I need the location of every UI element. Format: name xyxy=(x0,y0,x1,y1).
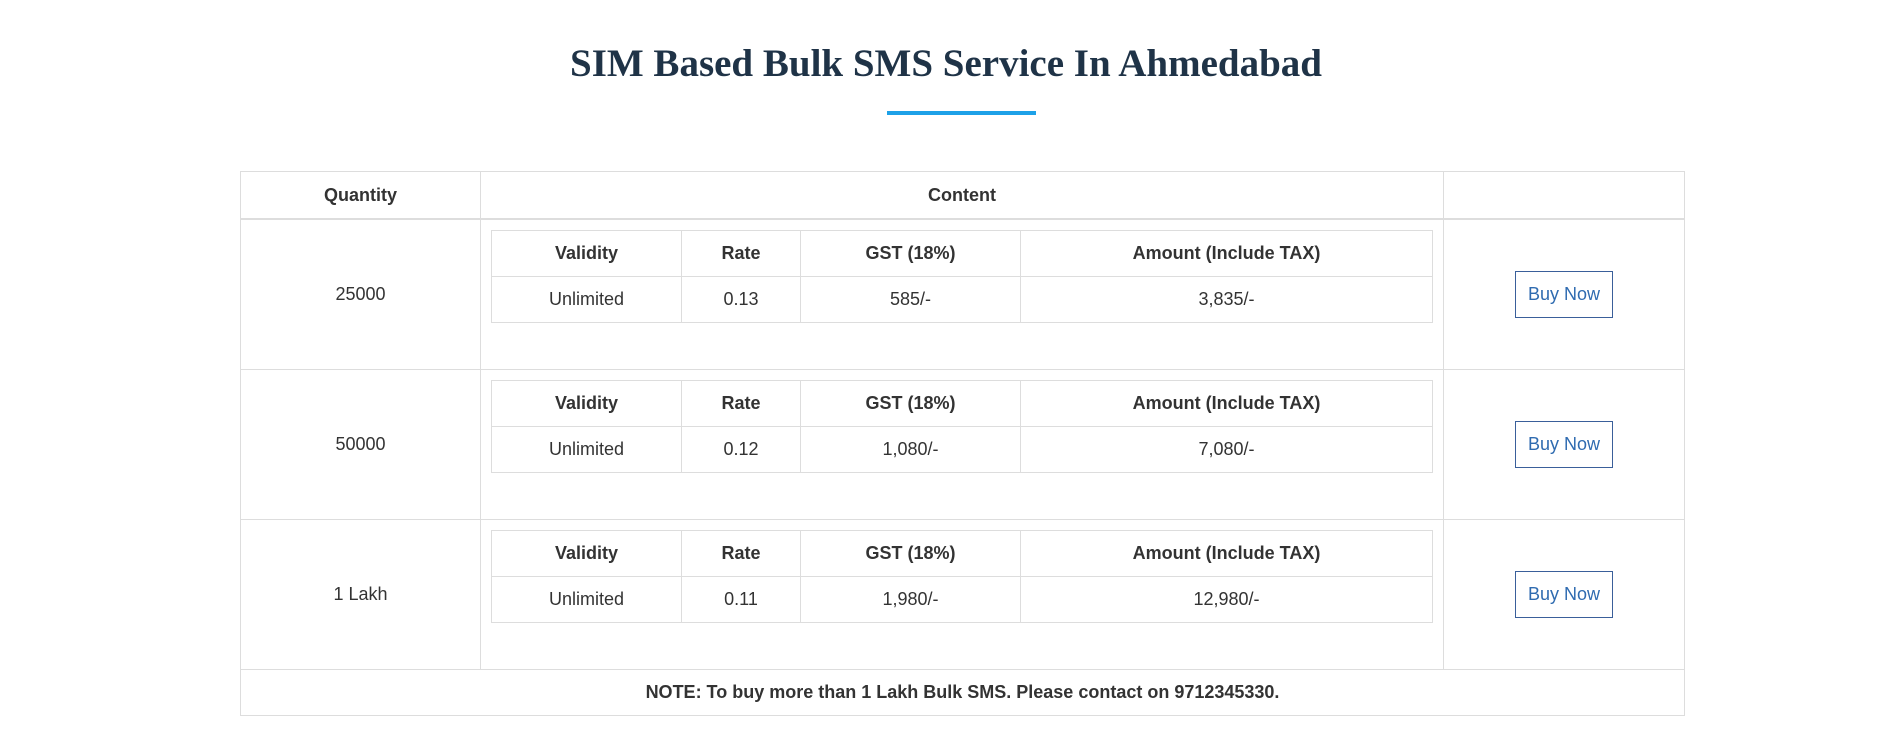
validity-header: Validity xyxy=(491,530,682,577)
gst-header: GST (18%) xyxy=(800,380,1021,427)
plan-details-table: Validity Rate GST (18%) Amount (Include … xyxy=(491,230,1433,323)
buy-now-button[interactable]: Buy Now xyxy=(1515,271,1613,318)
rate-value: 0.12 xyxy=(681,426,801,473)
amount-value: 7,080/- xyxy=(1020,426,1433,473)
page-title: SIM Based Bulk SMS Service In Ahmedabad xyxy=(570,42,1322,85)
action-header xyxy=(1443,171,1685,220)
plan-details-table: Validity Rate GST (18%) Amount (Include … xyxy=(491,380,1433,473)
gst-value: 585/- xyxy=(800,276,1021,323)
action-cell: Buy Now xyxy=(1443,218,1685,370)
validity-value: Unlimited xyxy=(491,426,682,473)
table-row: 1 Lakh Validity Rate GST (18%) Amount (I… xyxy=(240,519,1685,670)
pricing-header-row: Quantity Content xyxy=(240,171,1685,220)
pricing-table: Quantity Content 25000 Validity Rate GST… xyxy=(240,171,1685,716)
quantity-cell: 1 Lakh xyxy=(240,519,481,670)
gst-header: GST (18%) xyxy=(800,230,1021,277)
rate-header: Rate xyxy=(681,230,801,277)
content-cell: Validity Rate GST (18%) Amount (Include … xyxy=(480,519,1444,670)
action-cell: Buy Now xyxy=(1443,369,1685,520)
gst-value: 1,080/- xyxy=(800,426,1021,473)
contact-note: NOTE: To buy more than 1 Lakh Bulk SMS. … xyxy=(240,669,1685,716)
gst-header: GST (18%) xyxy=(800,530,1021,577)
validity-header: Validity xyxy=(491,230,682,277)
gst-value: 1,980/- xyxy=(800,576,1021,623)
validity-header: Validity xyxy=(491,380,682,427)
rate-header: Rate xyxy=(681,530,801,577)
title-underline xyxy=(887,111,1036,115)
rate-value: 0.11 xyxy=(681,576,801,623)
content-cell: Validity Rate GST (18%) Amount (Include … xyxy=(480,218,1444,370)
rate-value: 0.13 xyxy=(681,276,801,323)
content-cell: Validity Rate GST (18%) Amount (Include … xyxy=(480,369,1444,520)
buy-now-button[interactable]: Buy Now xyxy=(1515,421,1613,468)
action-cell: Buy Now xyxy=(1443,519,1685,670)
amount-header: Amount (Include TAX) xyxy=(1020,380,1433,427)
quantity-header: Quantity xyxy=(240,171,481,220)
content-header: Content xyxy=(480,171,1444,220)
quantity-cell: 50000 xyxy=(240,369,481,520)
note-row: NOTE: To buy more than 1 Lakh Bulk SMS. … xyxy=(240,669,1685,716)
validity-value: Unlimited xyxy=(491,576,682,623)
amount-value: 3,835/- xyxy=(1020,276,1433,323)
rate-header: Rate xyxy=(681,380,801,427)
quantity-cell: 25000 xyxy=(240,218,481,370)
plan-details-table: Validity Rate GST (18%) Amount (Include … xyxy=(491,530,1433,623)
amount-header: Amount (Include TAX) xyxy=(1020,530,1433,577)
table-row: 50000 Validity Rate GST (18%) Amount (In… xyxy=(240,369,1685,520)
amount-value: 12,980/- xyxy=(1020,576,1433,623)
buy-now-button[interactable]: Buy Now xyxy=(1515,571,1613,618)
table-row: 25000 Validity Rate GST (18%) Amount (In… xyxy=(240,218,1685,370)
validity-value: Unlimited xyxy=(491,276,682,323)
amount-header: Amount (Include TAX) xyxy=(1020,230,1433,277)
